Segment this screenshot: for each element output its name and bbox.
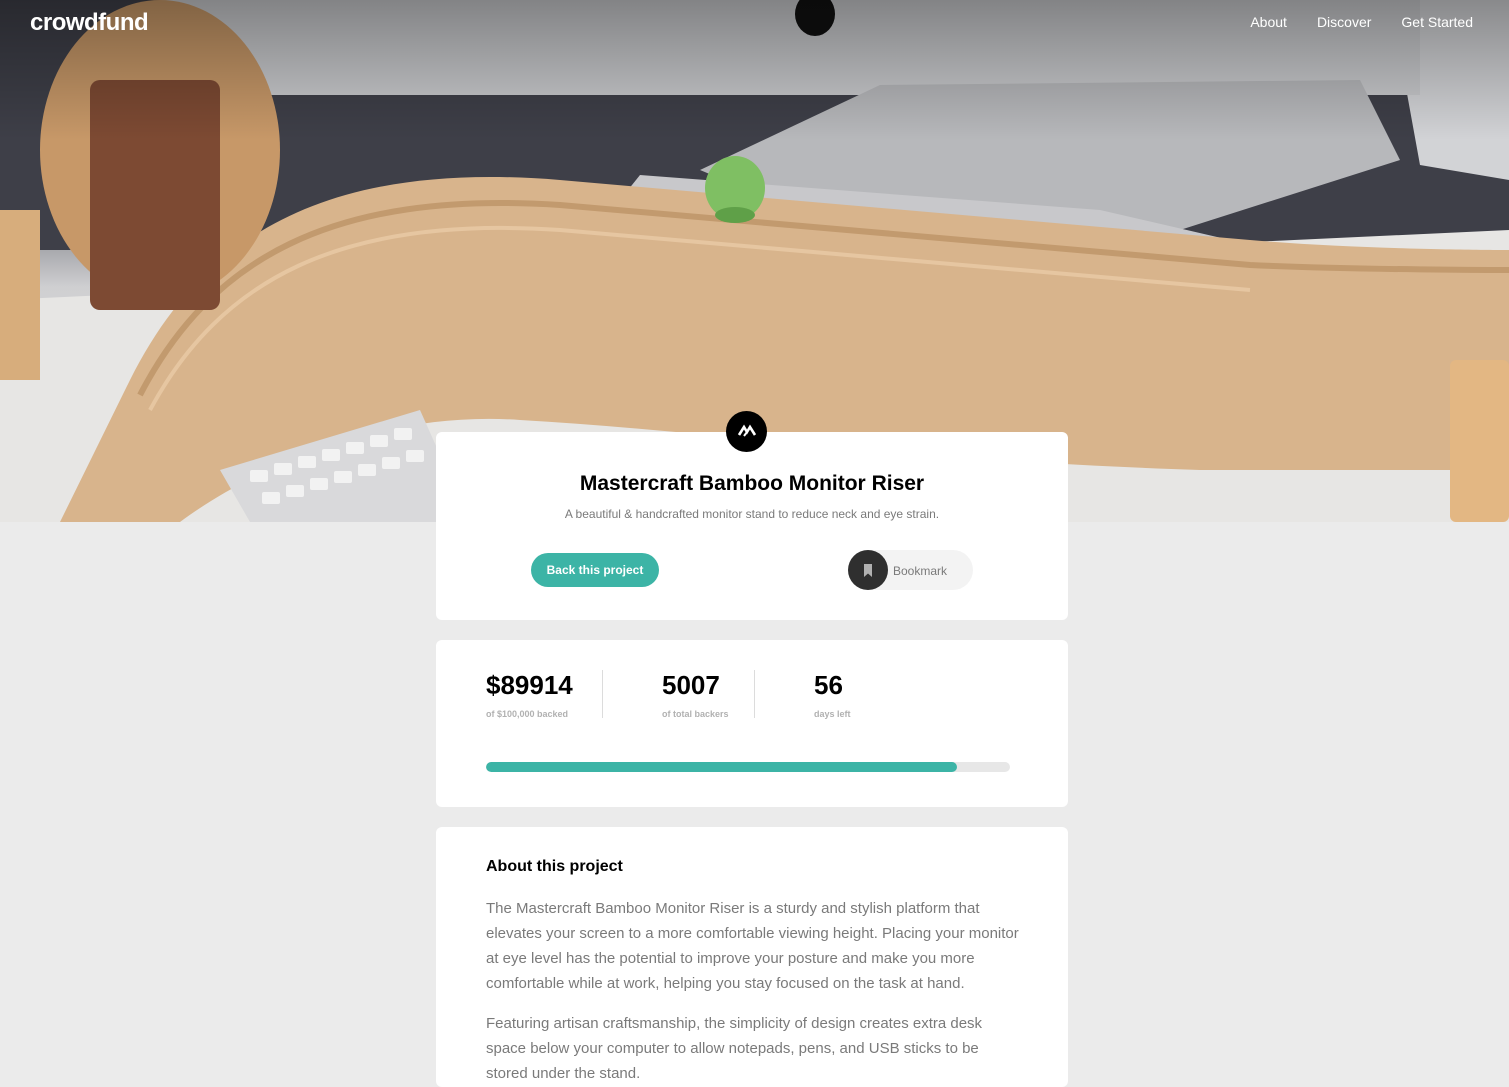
- stat-backers-value: 5007: [662, 670, 720, 700]
- main-nav: About Discover Get Started: [1250, 14, 1473, 30]
- project-subtitle: A beautiful & handcrafted monitor stand …: [564, 507, 940, 521]
- progress-bar-fill: [486, 762, 958, 772]
- back-project-button[interactable]: Back this project: [531, 553, 659, 587]
- nav-get-started[interactable]: Get Started: [1401, 14, 1473, 30]
- progress-bar: [486, 762, 1010, 772]
- project-title: Mastercraft Bamboo Monitor Riser: [579, 472, 925, 495]
- mastercraft-logo-icon: [726, 411, 767, 452]
- nav-about[interactable]: About: [1250, 14, 1287, 30]
- about-paragraph: Featuring artisan craftsmanship, the sim…: [486, 1015, 983, 1082]
- site-logo[interactable]: crowdfund: [30, 9, 149, 37]
- about-heading: About this project: [486, 858, 623, 875]
- stat-backed-label: of $100,000 backed: [486, 709, 569, 719]
- about-card: About this project The Mastercraft Bambo…: [436, 827, 1068, 1087]
- bookmark-icon: [848, 550, 888, 590]
- stat-days-label: days left: [814, 709, 851, 719]
- stat-days: 56 days left: [814, 670, 851, 719]
- bookmark-label: Bookmark: [893, 564, 948, 578]
- stat-days-value: 56: [814, 670, 843, 700]
- stat-divider: [602, 670, 603, 718]
- stat-backed-value: $89914: [486, 670, 573, 700]
- stat-divider: [754, 670, 755, 718]
- stat-backers: 5007 of total backers: [662, 670, 729, 719]
- stat-backers-label: of total backers: [662, 709, 729, 719]
- stat-backed: $89914 of $100,000 backed: [486, 670, 573, 719]
- bookmark-button[interactable]: Bookmark: [848, 550, 973, 590]
- stats-card: $89914 of $100,000 backed 5007 of total …: [436, 640, 1068, 807]
- nav-discover[interactable]: Discover: [1317, 14, 1371, 30]
- project-card: Mastercraft Bamboo Monitor Riser A beaut…: [436, 432, 1068, 620]
- about-paragraph: The Mastercraft Bamboo Monitor Riser is …: [486, 900, 1019, 992]
